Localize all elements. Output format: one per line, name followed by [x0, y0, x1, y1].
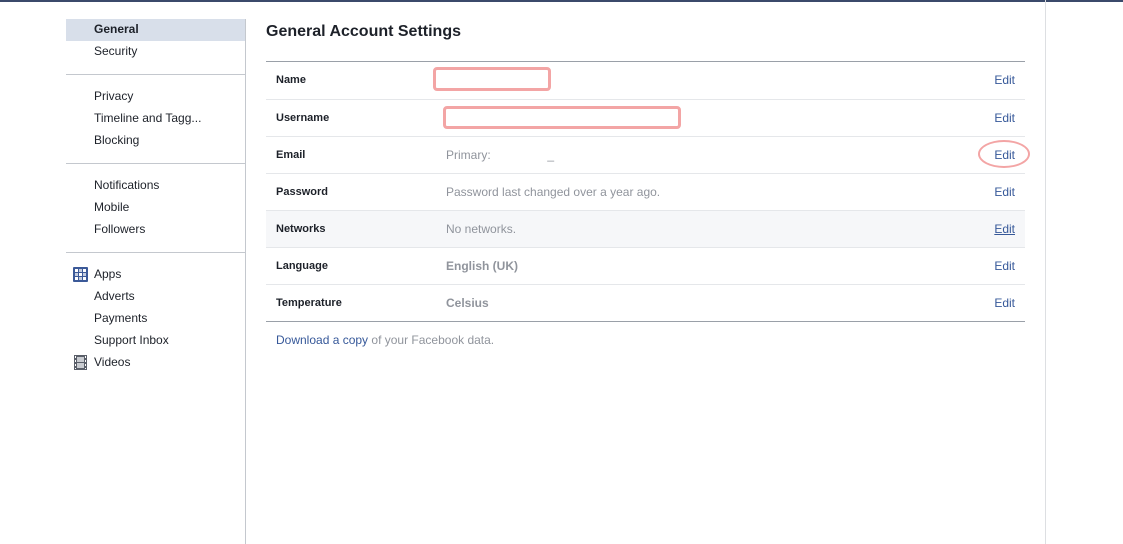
settings-row-temperature: Temperature Celsius Edit — [266, 284, 1025, 321]
row-label: Name — [276, 74, 306, 86]
row-label: Temperature — [276, 297, 342, 309]
edit-link[interactable]: Edit — [994, 248, 1015, 284]
right-border — [1045, 0, 1046, 544]
sidebar-divider — [66, 74, 245, 75]
sidebar-item-timeline-tagging[interactable]: Timeline and Tagg... — [66, 108, 245, 130]
settings-row-language: Language English (UK) Edit — [266, 247, 1025, 284]
sidebar-item-label: Videos — [94, 355, 131, 369]
sidebar-group-account: General Security — [66, 19, 245, 63]
sidebar-item-support-inbox[interactable]: Support Inbox — [66, 330, 245, 352]
row-value: Primary: _ — [446, 148, 555, 162]
settings-row-name: Name Edit — [266, 62, 1025, 99]
sidebar-group-apps: Apps Adverts Payments Support Inbox Vide… — [66, 264, 245, 374]
sidebar-item-label: Apps — [94, 267, 122, 281]
edit-link[interactable]: Edit — [994, 285, 1015, 321]
download-data-suffix: of your Facebook data. — [368, 333, 495, 347]
settings-table: Name Edit Username Edit Email Primary: _… — [266, 61, 1025, 322]
film-icon — [74, 355, 87, 370]
sidebar-item-apps[interactable]: Apps — [66, 264, 245, 286]
apps-icon — [73, 267, 88, 282]
sidebar-item-adverts[interactable]: Adverts — [66, 286, 245, 308]
redaction-mark-name — [433, 67, 551, 91]
sidebar-divider-vertical — [245, 19, 246, 544]
settings-row-email: Email Primary: _ Edit — [266, 136, 1025, 173]
row-value: Password last changed over a year ago. — [446, 185, 661, 199]
row-label: Networks — [276, 223, 326, 235]
settings-sidebar: General Security Privacy Timeline and Ta… — [66, 19, 245, 374]
row-value: No networks. — [446, 222, 517, 236]
download-data-text: Download a copy of your Facebook data. — [266, 333, 1025, 347]
row-label: Username — [276, 112, 330, 124]
sidebar-group-privacy: Privacy Timeline and Tagg... Blocking — [66, 86, 245, 152]
edit-link[interactable]: Edit — [994, 100, 1015, 136]
sidebar-item-general[interactable]: General — [66, 19, 245, 41]
row-label: Email — [276, 149, 306, 161]
sidebar-item-security[interactable]: Security — [66, 41, 245, 63]
annotation-circle-email-edit — [978, 140, 1030, 168]
sidebar-item-blocking[interactable]: Blocking — [66, 130, 245, 152]
top-border — [0, 0, 1123, 2]
sidebar-divider — [66, 163, 245, 164]
edit-link[interactable]: Edit — [994, 174, 1015, 210]
page-title: General Account Settings — [266, 23, 461, 40]
row-value: English (UK) — [446, 259, 518, 273]
sidebar-item-notifications[interactable]: Notifications — [66, 175, 245, 197]
download-copy-link[interactable]: Download a copy — [276, 333, 368, 347]
edit-link[interactable]: Edit — [994, 211, 1015, 247]
sidebar-item-videos[interactable]: Videos — [66, 352, 245, 374]
sidebar-item-mobile[interactable]: Mobile — [66, 197, 245, 219]
settings-row-networks: Networks No networks. Edit — [266, 210, 1025, 247]
sidebar-item-payments[interactable]: Payments — [66, 308, 245, 330]
row-label: Password — [276, 186, 328, 198]
sidebar-divider — [66, 252, 245, 253]
row-label: Language — [276, 260, 328, 272]
redaction-mark-username — [443, 106, 681, 129]
settings-main: General Account Settings Name Edit Usern… — [266, 22, 1025, 347]
sidebar-item-followers[interactable]: Followers — [66, 219, 245, 241]
sidebar-group-notifications: Notifications Mobile Followers — [66, 175, 245, 241]
settings-row-password: Password Password last changed over a ye… — [266, 173, 1025, 210]
edit-link[interactable]: Edit — [994, 62, 1015, 98]
sidebar-item-privacy[interactable]: Privacy — [66, 86, 245, 108]
row-value: Celsius — [446, 296, 489, 310]
